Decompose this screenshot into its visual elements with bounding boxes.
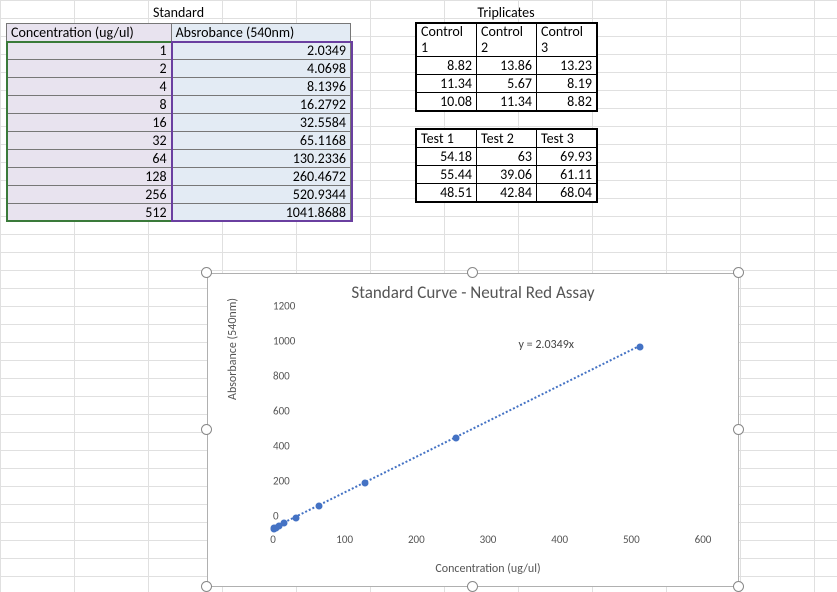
control-header[interactable]: Control 3 <box>537 24 597 57</box>
table-row[interactable]: 128260.4672 <box>7 168 351 186</box>
cell-concentration[interactable]: 16 <box>7 114 172 132</box>
control-cell[interactable]: 10.08 <box>417 93 477 111</box>
table-row[interactable]: 55.4439.0661.11 <box>417 166 597 184</box>
cell-absorbance[interactable]: 1041.8688 <box>171 204 350 222</box>
table-row[interactable]: 11.345.678.19 <box>417 75 597 93</box>
triplicates-title: Triplicates <box>416 5 596 23</box>
table-row[interactable]: 816.2792 <box>7 96 351 114</box>
cell-absorbance[interactable]: 2.0349 <box>171 42 350 60</box>
chart-resize-handle[interactable] <box>201 267 212 278</box>
control-cell[interactable]: 11.34 <box>477 93 537 111</box>
cell-absorbance[interactable]: 32.5584 <box>171 114 350 132</box>
cell-concentration[interactable]: 128 <box>7 168 172 186</box>
table-row[interactable]: 64130.2336 <box>7 150 351 168</box>
cell-absorbance[interactable]: 520.9344 <box>171 186 350 204</box>
table-row[interactable]: 12.0349 <box>7 42 351 60</box>
test-header[interactable]: Test 1 <box>417 130 477 148</box>
cell-concentration[interactable]: 1 <box>7 42 172 60</box>
test-header[interactable]: Test 2 <box>477 130 537 148</box>
cell-absorbance[interactable]: 16.2792 <box>171 96 350 114</box>
table-row[interactable]: 3265.1168 <box>7 132 351 150</box>
standard-table-region: Standard Concentration (ug/ul) Absrobanc… <box>6 5 351 222</box>
test-cell[interactable]: 61.11 <box>537 166 597 184</box>
test-cell[interactable]: 42.84 <box>477 184 537 202</box>
control-cell[interactable]: 5.67 <box>477 75 537 93</box>
chart-resize-handle[interactable] <box>733 581 744 592</box>
test-cell[interactable]: 48.51 <box>417 184 477 202</box>
control-cell[interactable]: 8.19 <box>537 75 597 93</box>
chart-resize-handle[interactable] <box>201 581 212 592</box>
trendline-equation[interactable]: y = 2.0349x <box>519 338 574 352</box>
cell-absorbance[interactable]: 4.0698 <box>171 60 350 78</box>
table-row[interactable]: 54.186369.93 <box>417 148 597 166</box>
cell-absorbance[interactable]: 65.1168 <box>171 132 350 150</box>
test-cell[interactable]: 63 <box>477 148 537 166</box>
test-cell[interactable]: 54.18 <box>417 148 477 166</box>
cell-absorbance[interactable]: 260.4672 <box>171 168 350 186</box>
chart-y-axis-label[interactable]: Absorbance (540nm) <box>226 274 240 424</box>
test-cell[interactable]: 39.06 <box>477 166 537 184</box>
table-row[interactable]: 256520.9344 <box>7 186 351 204</box>
control-cell[interactable]: 8.82 <box>417 57 477 75</box>
cell-concentration[interactable]: 512 <box>7 204 172 222</box>
cell-concentration[interactable]: 64 <box>7 150 172 168</box>
chart-data-point[interactable] <box>315 503 322 510</box>
table-row[interactable]: 24.0698 <box>7 60 351 78</box>
control-cell[interactable]: 13.23 <box>537 57 597 75</box>
standard-header-conc[interactable]: Concentration (ug/ul) <box>7 24 172 42</box>
cell-absorbance[interactable]: 8.1396 <box>171 78 350 96</box>
table-row[interactable]: 5121041.8688 <box>7 204 351 222</box>
cell-concentration[interactable]: 4 <box>7 78 172 96</box>
control-cell[interactable]: 13.86 <box>477 57 537 75</box>
chart-resize-handle[interactable] <box>467 581 478 592</box>
chart-data-point[interactable] <box>636 343 643 350</box>
cell-concentration[interactable]: 32 <box>7 132 172 150</box>
test-cell[interactable]: 69.93 <box>537 148 597 166</box>
control-header[interactable]: Control 2 <box>477 24 537 57</box>
triplicates-region: Triplicates Control 1Control 2Control 3 … <box>416 5 597 214</box>
control-cell[interactable]: 11.34 <box>417 75 477 93</box>
standard-table[interactable]: Concentration (ug/ul) Absrobance (540nm)… <box>6 23 351 222</box>
chart-resize-handle[interactable] <box>467 267 478 278</box>
cell-absorbance[interactable]: 130.2336 <box>171 150 350 168</box>
chart-resize-handle[interactable] <box>733 424 744 435</box>
cell-concentration[interactable]: 8 <box>7 96 172 114</box>
test-cell[interactable]: 68.04 <box>537 184 597 202</box>
standard-title: Standard <box>6 5 351 23</box>
control-cell[interactable]: 8.82 <box>537 93 597 111</box>
cell-concentration[interactable]: 2 <box>7 60 172 78</box>
standard-header-abs[interactable]: Absrobance (540nm) <box>171 24 350 42</box>
chart-data-point[interactable] <box>281 520 288 527</box>
cell-concentration[interactable]: 256 <box>7 186 172 204</box>
table-row[interactable]: 10.0811.348.82 <box>417 93 597 111</box>
chart-resize-handle[interactable] <box>201 424 212 435</box>
test-header[interactable]: Test 3 <box>537 130 597 148</box>
chart-x-axis-label[interactable]: Concentration (ug/ul) <box>273 562 703 576</box>
chart-resize-handle[interactable] <box>733 267 744 278</box>
test-table[interactable]: Test 1Test 2Test 3 54.186369.9355.4439.0… <box>416 129 597 202</box>
chart-data-point[interactable] <box>361 480 368 487</box>
table-row[interactable]: 48.1396 <box>7 78 351 96</box>
chart-data-point[interactable] <box>453 434 460 441</box>
table-row[interactable]: 8.8213.8613.23 <box>417 57 597 75</box>
control-table[interactable]: Control 1Control 2Control 3 8.8213.8613.… <box>416 23 597 111</box>
chart-object[interactable]: Standard Curve - Neutral Red Assay Absor… <box>207 273 739 587</box>
test-cell[interactable]: 55.44 <box>417 166 477 184</box>
chart-data-point[interactable] <box>292 514 299 521</box>
chart-plot-area[interactable]: 0200400600800100012000100200300400500600… <box>273 319 703 529</box>
control-header[interactable]: Control 1 <box>417 24 477 57</box>
table-row[interactable]: 48.5142.8468.04 <box>417 184 597 202</box>
table-row[interactable]: 1632.5584 <box>7 114 351 132</box>
